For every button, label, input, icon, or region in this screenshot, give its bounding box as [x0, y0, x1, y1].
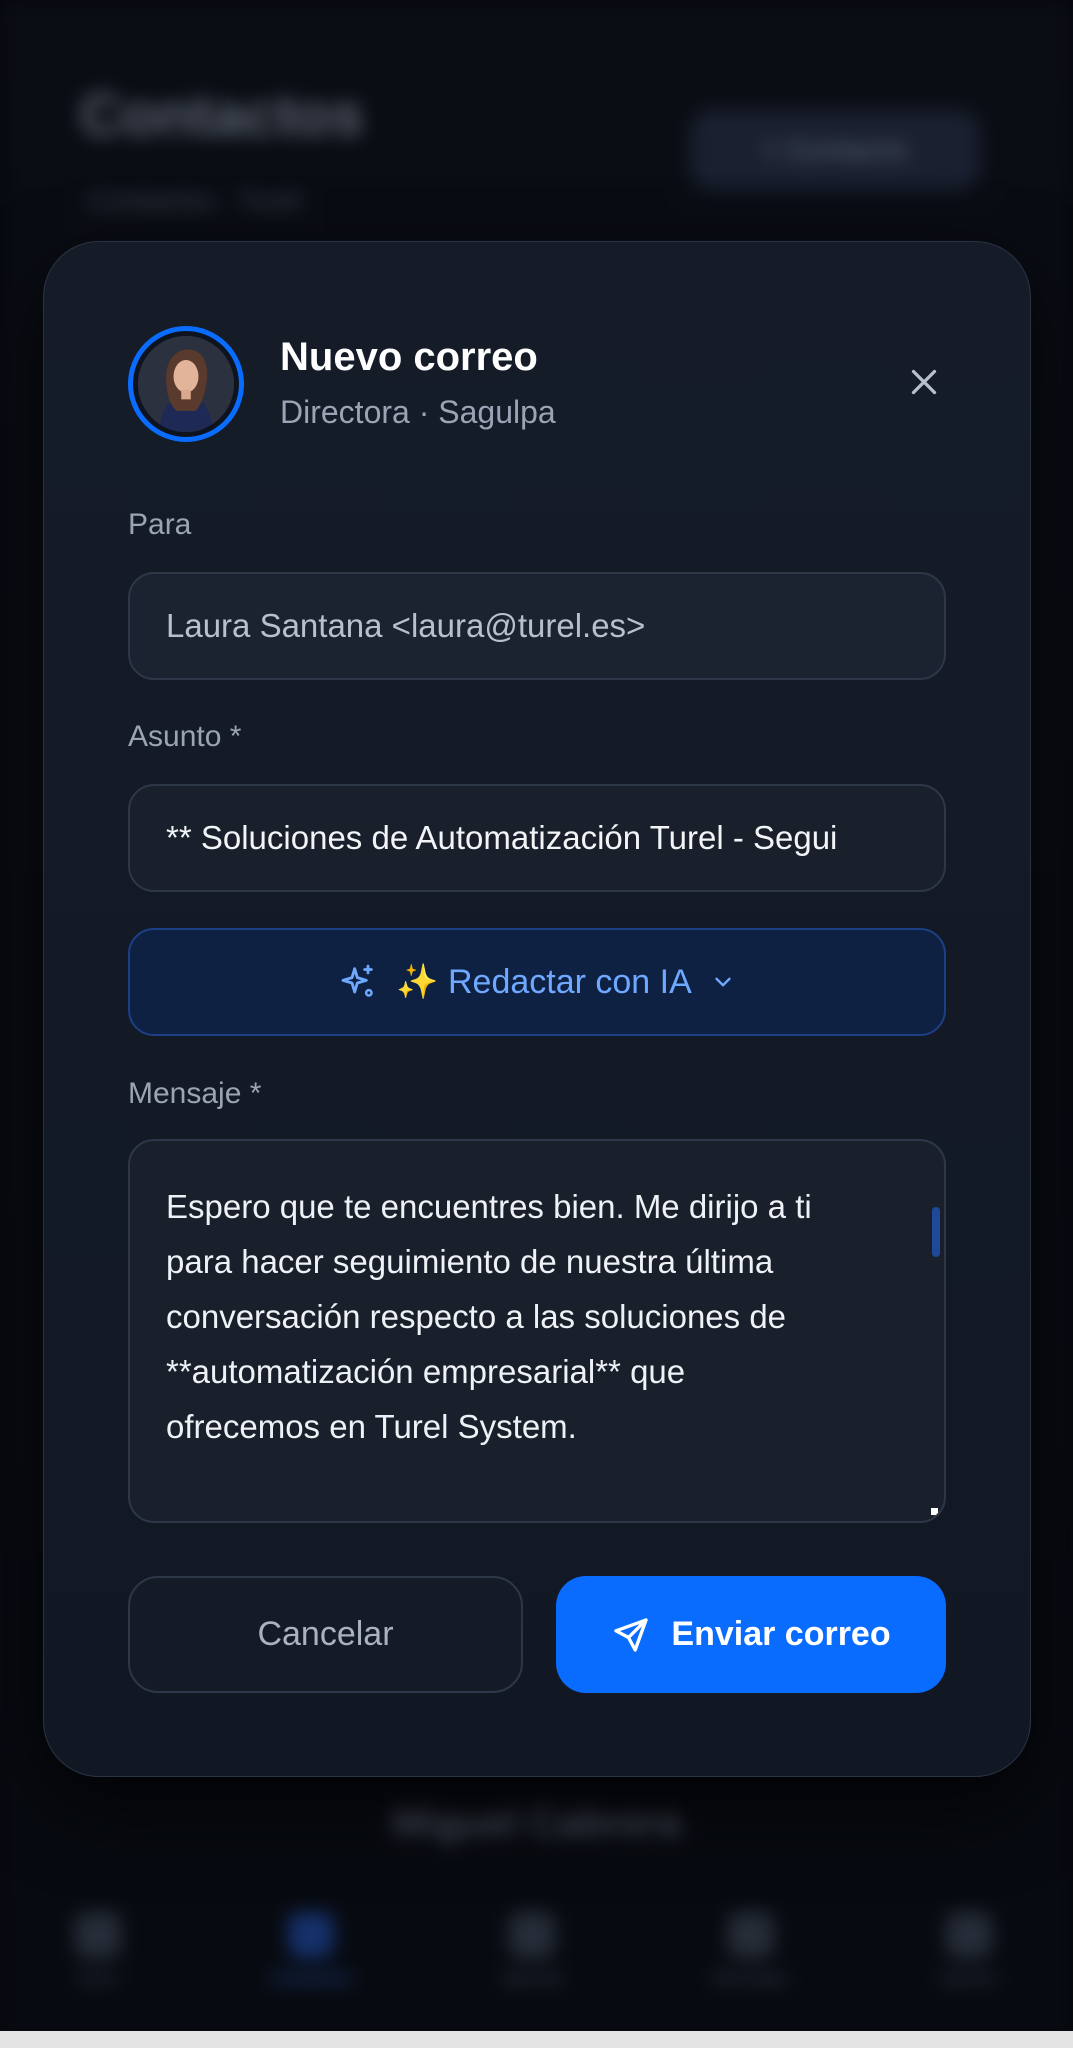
to-field[interactable]: Laura Santana <laura@turel.es>	[128, 572, 946, 680]
message-line: para hacer seguimiento de nuestra última	[166, 1243, 774, 1280]
messages-icon	[728, 1911, 775, 1958]
background-bottom-nav: Inicio Contactos Agenda Mensajes Ajustes	[0, 1880, 1073, 2020]
chevron-down-icon	[715, 977, 731, 987]
close-icon	[911, 369, 937, 395]
close-button[interactable]	[896, 354, 952, 410]
background-title: Contactos	[80, 83, 364, 148]
nav-label: Ajustes	[939, 1967, 999, 1988]
home-icon	[74, 1911, 121, 1958]
contacts-icon	[287, 1911, 334, 1958]
message-textarea[interactable]: Espero que te encuentres bien. Me dirijo…	[128, 1139, 946, 1523]
message-line: **automatización empresarial** que	[166, 1353, 686, 1390]
nav-item-inicio: Inicio	[74, 1911, 121, 1989]
cancel-button[interactable]: Cancelar	[128, 1576, 523, 1693]
message-line: Espero que te encuentres bien. Me dirijo…	[166, 1188, 812, 1225]
avatar	[128, 326, 244, 442]
contact-photo	[138, 336, 234, 432]
message-label: Mensaje *	[128, 1077, 262, 1110]
sparkles-icon	[341, 964, 373, 997]
nav-item-agenda: Agenda	[500, 1911, 564, 1989]
send-email-label: Enviar correo	[671, 1615, 891, 1653]
new-email-dialog: Nuevo correo Directora · Sagulpa Para La…	[43, 241, 1031, 1777]
resize-handle[interactable]	[929, 1506, 940, 1517]
person-portrait-icon	[138, 336, 234, 432]
compose-with-ai-label: ✨ Redactar con IA	[396, 963, 692, 1001]
send-email-button[interactable]: Enviar correo	[556, 1576, 946, 1693]
nav-label: Agenda	[500, 1967, 564, 1988]
settings-icon	[945, 1911, 992, 1958]
background-contact-name: Miguel Cabrera	[392, 1800, 681, 1844]
message-line: ofrecemos en Turel System.	[166, 1408, 577, 1445]
dialog-title: Nuevo correo	[280, 335, 538, 379]
dialog-subtitle: Directora · Sagulpa	[280, 394, 556, 430]
nav-label: Inicio	[76, 1967, 119, 1988]
nav-item-mensajes: Mensajes	[712, 1911, 790, 1989]
page: Contactos Contactos · Turel + Contacto M…	[0, 0, 1073, 2048]
background-add-contact-button: + Contacto	[690, 110, 980, 190]
nav-item-contactos: Contactos	[270, 1911, 352, 1989]
message-line	[166, 1454, 908, 1509]
subject-input[interactable]: ** Soluciones de Automatización Turel - …	[128, 784, 946, 892]
system-bottom-bar	[0, 2031, 1073, 2048]
background-subtitle: Contactos · Turel	[88, 185, 302, 216]
message-line: Durante nuestra reunión anterior, hablam…	[166, 1509, 908, 1521]
calendar-icon	[508, 1911, 555, 1958]
message-line: conversación respecto a las soluciones d…	[166, 1298, 787, 1335]
nav-label: Mensajes	[712, 1967, 790, 1988]
nav-item-ajustes: Ajustes	[939, 1911, 999, 1989]
send-icon	[614, 1617, 649, 1652]
nav-label: Contactos	[270, 1967, 352, 1988]
subject-label: Asunto *	[128, 720, 242, 753]
compose-with-ai-button[interactable]: ✨ Redactar con IA	[128, 928, 946, 1036]
scrollbar-thumb[interactable]	[932, 1207, 940, 1257]
to-label: Para	[128, 508, 192, 541]
